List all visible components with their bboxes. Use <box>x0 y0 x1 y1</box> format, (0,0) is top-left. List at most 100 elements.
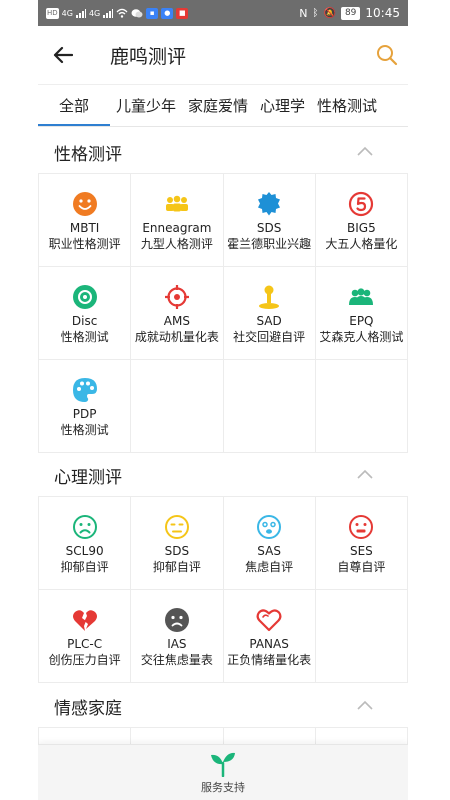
person-pin-icon <box>259 285 280 309</box>
status-right: N ᛒ 🔕 89 10:45 <box>299 6 400 20</box>
status-time: 10:45 <box>365 6 400 20</box>
chevron-up-icon[interactable] <box>356 466 374 484</box>
test-card-plc-c[interactable]: PLC-C 创伤压力自评 <box>39 590 132 683</box>
test-card-sds-holland[interactable]: SDS 霍兰德职业兴趣 <box>223 174 316 267</box>
flat-face-icon <box>349 515 374 539</box>
empty-cell <box>223 360 316 453</box>
mute-icon: 🔕 <box>323 7 336 19</box>
category-tabs: 全部 儿童少年 家庭爱情 心理学 性格测试 <box>38 84 408 127</box>
search-icon <box>377 45 398 66</box>
signal-label-1: 4G <box>61 8 73 18</box>
tab-children[interactable]: 儿童少年 <box>110 85 182 127</box>
tab-personality[interactable]: 性格测试 <box>311 85 383 127</box>
frown-face-icon <box>164 608 189 632</box>
sad-face-icon <box>72 515 97 539</box>
test-card-sds-depression[interactable]: SDS 抑郁自评 <box>131 497 224 590</box>
signal-bars-icon <box>103 8 114 18</box>
empty-cell <box>131 360 224 453</box>
smiley-icon <box>72 192 97 216</box>
arrow-left-icon <box>53 46 73 64</box>
app-page: HD 4G 4G ▪ ● ■ N ᛒ 🔕 89 10:45 鹿鸣测评 全部 儿童… <box>38 0 408 800</box>
test-desc: 创伤压力自评 <box>48 653 121 667</box>
signal-bars-icon <box>75 8 86 18</box>
group-icon <box>165 195 188 212</box>
section-title: 心理测评 <box>54 467 122 488</box>
test-card-ams[interactable]: AMS 成就动机量化表 <box>131 267 224 360</box>
test-card-big5[interactable]: BIG5 大五人格量化 <box>315 174 408 267</box>
sprout-icon <box>211 752 235 777</box>
tabs-divider <box>38 126 408 127</box>
test-desc: 焦虑自评 <box>245 560 294 574</box>
test-code: EPQ <box>349 314 374 328</box>
chevron-up-icon[interactable] <box>356 697 374 715</box>
chevron-up-icon[interactable] <box>356 143 374 161</box>
wechat-icon <box>131 9 143 18</box>
tab-family-love[interactable]: 家庭爱情 <box>182 85 254 127</box>
target-icon <box>164 285 189 309</box>
test-card-ses[interactable]: SES 自尊自评 <box>315 497 408 590</box>
personality-grid: MBTI 职业性格测评 Enneagram 九型人格测评 SDS 霍兰德职业兴趣… <box>38 173 408 453</box>
page-title: 鹿鸣测评 <box>110 45 187 68</box>
anxious-face-icon <box>257 515 282 539</box>
search-button[interactable] <box>374 42 400 68</box>
mail-notification-icon: ■ <box>176 7 189 19</box>
test-code: SDS <box>164 544 190 558</box>
section-title: 性格测评 <box>54 144 122 165</box>
back-button[interactable] <box>38 26 88 84</box>
test-desc: 大五人格量化 <box>325 237 398 251</box>
tab-psychology[interactable]: 心理学 <box>254 85 311 127</box>
test-card-panas[interactable]: PANAS 正负情绪量化表 <box>223 590 316 683</box>
test-code: SDS <box>256 221 282 235</box>
psychology-grid: SCL90 抑郁自评 SDS 抑郁自评 SAS 焦虑自评 SES 自尊自评 PL… <box>38 496 408 683</box>
test-desc: 艾森克人格测试 <box>319 330 404 344</box>
wifi-icon <box>116 8 128 18</box>
bluetooth-icon: ᛒ <box>312 7 319 19</box>
app-header: 鹿鸣测评 <box>38 26 408 84</box>
test-desc: 性格测试 <box>60 423 109 437</box>
battery-indicator: 89 <box>340 6 361 20</box>
test-desc: 霍兰德职业兴趣 <box>227 237 312 251</box>
hd-indicator: HD <box>46 7 59 19</box>
test-card-sas[interactable]: SAS 焦虑自评 <box>223 497 316 590</box>
test-code: SCL90 <box>65 544 104 558</box>
test-card-epq[interactable]: EPQ 艾森克人格测试 <box>315 267 408 360</box>
test-code: IAS <box>167 637 187 651</box>
palette-icon <box>72 378 97 402</box>
test-desc: 抑郁自评 <box>60 560 109 574</box>
browser-notification-icon: ● <box>161 7 174 19</box>
test-desc: 九型人格测评 <box>140 237 213 251</box>
test-code: PANAS <box>249 637 289 651</box>
test-code: Enneagram <box>142 221 212 235</box>
test-card-scl90[interactable]: SCL90 抑郁自评 <box>39 497 132 590</box>
test-code: SAD <box>256 314 282 328</box>
number-five-icon <box>349 191 374 217</box>
test-card-ias[interactable]: IAS 交往焦虑量表 <box>131 590 224 683</box>
test-code: BIG5 <box>347 221 376 235</box>
neutral-face-icon <box>164 515 189 539</box>
section-header-family[interactable]: 情感家庭 <box>38 684 408 728</box>
section-header-personality[interactable]: 性格测评 <box>38 130 408 174</box>
test-card-sad[interactable]: SAD 社交回避自评 <box>223 267 316 360</box>
signal-label-2: 4G <box>88 8 101 18</box>
nfc-icon: N <box>299 6 308 20</box>
page-margin-right <box>408 0 450 800</box>
badge-icon <box>258 192 281 216</box>
broken-heart-icon <box>72 610 97 631</box>
test-card-enneagram[interactable]: Enneagram 九型人格测评 <box>131 174 224 267</box>
test-desc: 抑郁自评 <box>152 560 201 574</box>
tab-all[interactable]: 全部 <box>38 85 110 127</box>
test-desc: 社交回避自评 <box>233 330 306 344</box>
section-header-psychology[interactable]: 心理测评 <box>38 453 408 497</box>
empty-cell <box>315 360 408 453</box>
empty-cell <box>315 590 408 683</box>
test-code: MBTI <box>69 221 100 235</box>
test-card-disc[interactable]: Disc 性格测试 <box>39 267 132 360</box>
app-notification-icon: ▪ <box>146 7 159 19</box>
test-card-mbti[interactable]: MBTI 职业性格测评 <box>39 174 132 267</box>
status-left: HD 4G 4G ▪ ● ■ <box>46 7 189 19</box>
service-support-button[interactable]: 服务支持 <box>38 744 408 800</box>
disc-icon <box>72 285 97 309</box>
test-desc: 性格测试 <box>60 330 109 344</box>
section-title: 情感家庭 <box>54 698 122 719</box>
test-card-pdp[interactable]: PDP 性格测试 <box>39 360 132 453</box>
